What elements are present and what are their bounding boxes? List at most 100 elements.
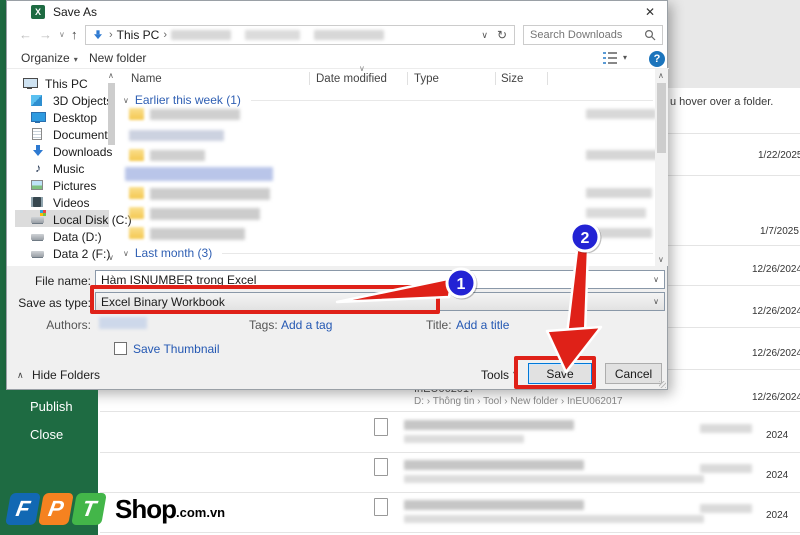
column-divider[interactable] — [547, 72, 548, 85]
sidebar-item-documents[interactable]: Documents — [31, 126, 114, 143]
hide-folders-button[interactable]: Hide Folders — [32, 368, 100, 382]
group-rule — [250, 99, 653, 101]
folder-icon — [129, 207, 144, 219]
new-folder-button[interactable]: New folder — [89, 51, 146, 65]
bg-row-sub-blur — [404, 515, 704, 523]
organize-button[interactable]: Organize ▾ — [21, 51, 78, 65]
sort-indicator-icon: ∨ — [359, 64, 365, 73]
chevron-down-icon: ▾ — [73, 55, 78, 64]
add-a-title-link[interactable]: Add a title — [456, 318, 509, 332]
file-row-selected[interactable] — [125, 167, 273, 181]
breadcrumb-this-pc[interactable]: This PC — [117, 28, 160, 42]
save-thumbnail-label: Save Thumbnail — [133, 342, 220, 356]
drive-icon — [31, 234, 44, 240]
bg-row-separator — [668, 133, 800, 134]
sidebar-item-data-2-f[interactable]: Data 2 (F:) — [31, 245, 110, 262]
bg-partial-row-path: D: › Thông tin › Tool › New folder › InE… — [414, 396, 623, 407]
sidebar-item-music[interactable]: ♪ Music — [31, 160, 84, 177]
file-row-date — [586, 228, 652, 238]
sidebar-item-label: Pictures — [53, 178, 97, 193]
search-box — [523, 25, 663, 45]
sidebar-item-label: Desktop — [53, 110, 98, 125]
resize-grip[interactable] — [659, 381, 666, 388]
breadcrumb-separator: › — [109, 29, 113, 41]
address-dropdown-icon[interactable]: ∨ — [481, 30, 488, 41]
fpt-logo-shop-text: Shop — [115, 493, 177, 524]
screen: u hover over a folder. 1/22/2025 3 1/7/2… — [0, 0, 800, 535]
search-input[interactable] — [524, 29, 636, 41]
chevron-down-icon[interactable]: ∨ — [653, 297, 659, 306]
file-list-scrollbar[interactable]: ∧ ∨ — [655, 69, 668, 266]
bg-row-name-blur — [404, 500, 584, 510]
save-thumbnail-checkbox[interactable] — [114, 342, 127, 355]
cube-icon — [31, 95, 42, 106]
sidebar-item-downloads[interactable]: Downloads — [31, 143, 112, 160]
refresh-icon[interactable]: ↻ — [497, 28, 507, 42]
file-row-date — [586, 109, 656, 119]
group-header-last-month[interactable]: ∨ Last month (3) — [123, 246, 653, 260]
backstage-publish-item[interactable]: Publish — [30, 399, 73, 414]
column-header-date-modified[interactable]: Date modified — [316, 73, 387, 85]
fpt-logo-tile-p: P — [38, 493, 74, 525]
sidebar-item-3d-objects[interactable]: 3D Objects — [31, 92, 112, 109]
column-divider[interactable] — [309, 72, 310, 85]
bg-row-date: 2024 — [766, 470, 789, 481]
add-a-tag-link[interactable]: Add a tag — [281, 318, 332, 332]
file-row[interactable] — [150, 228, 245, 240]
history-dropdown-icon[interactable]: ∨ — [59, 30, 65, 39]
sidebar-item-pictures[interactable]: Pictures — [31, 177, 96, 194]
file-row[interactable] — [150, 188, 270, 200]
file-row-date — [586, 150, 658, 160]
folder-icon — [129, 187, 144, 199]
column-header-name[interactable]: Name — [131, 73, 162, 85]
tools-caret-icon[interactable]: ▾ — [513, 369, 517, 378]
sidebar-scroll-up-icon[interactable]: ∧ — [108, 71, 114, 80]
sidebar-item-this-pc[interactable]: This PC — [23, 75, 88, 92]
bg-row-name-blur — [404, 420, 574, 430]
film-icon — [31, 197, 43, 207]
sidebar-scroll-down-icon[interactable]: ∨ — [108, 253, 114, 262]
file-name-input[interactable]: Hàm ISNUMBER trong Excel ∨ — [95, 270, 665, 289]
column-header-type[interactable]: Type — [414, 73, 439, 85]
file-row[interactable] — [150, 109, 240, 120]
close-icon[interactable]: ✕ — [633, 1, 667, 23]
back-icon[interactable]: ← — [19, 27, 32, 42]
folder-icon — [129, 227, 144, 239]
chevron-down-icon[interactable]: ∨ — [653, 275, 659, 284]
scroll-down-icon[interactable]: ∨ — [658, 255, 664, 264]
music-note-icon: ♪ — [35, 161, 41, 175]
help-icon[interactable]: ? — [649, 51, 665, 67]
column-divider[interactable] — [495, 72, 496, 85]
bg-row-date-blur — [700, 504, 752, 513]
view-options-caret-icon[interactable]: ▾ — [623, 53, 627, 62]
authors-value-blur — [99, 317, 147, 329]
bg-row-folder-icon — [374, 458, 388, 476]
scrollbar-thumb[interactable] — [657, 83, 666, 153]
file-name-label: File name: — [34, 274, 91, 288]
cancel-button[interactable]: Cancel — [605, 363, 662, 384]
group-collapse-icon[interactable]: ∨ — [123, 249, 129, 258]
sidebar-item-data-d[interactable]: Data (D:) — [31, 228, 102, 245]
save-as-type-select[interactable]: Excel Binary Workbook ∨ — [95, 292, 665, 311]
group-collapse-icon[interactable]: ∨ — [123, 96, 129, 105]
forward-icon[interactable]: → — [39, 27, 52, 42]
view-options-icon[interactable] — [603, 52, 617, 64]
sidebar-item-desktop[interactable]: Desktop — [31, 109, 97, 126]
file-row[interactable] — [150, 150, 205, 161]
file-row[interactable] — [150, 208, 260, 220]
sidebar-item-videos[interactable]: Videos — [31, 194, 89, 211]
address-bar[interactable]: › This PC › ∨ ↻ — [85, 25, 515, 45]
backstage-close-item[interactable]: Close — [30, 427, 63, 442]
sidebar-item-label: Videos — [53, 195, 90, 210]
sidebar-scrollbar-thumb[interactable] — [108, 83, 115, 145]
tools-button[interactable]: Tools — [481, 368, 509, 382]
sidebar-item-local-disk-c[interactable]: Local Disk (C:) — [31, 210, 132, 228]
up-icon[interactable]: ↑ — [71, 27, 78, 42]
column-divider[interactable] — [407, 72, 408, 85]
column-header-size[interactable]: Size — [501, 73, 523, 85]
save-button[interactable]: Save — [528, 363, 592, 384]
group-header-earlier-this-week[interactable]: ∨ Earlier this week (1) — [123, 93, 653, 107]
dialog-title: Save As — [53, 5, 98, 19]
file-row[interactable] — [129, 130, 224, 141]
scroll-up-icon[interactable]: ∧ — [658, 71, 664, 80]
